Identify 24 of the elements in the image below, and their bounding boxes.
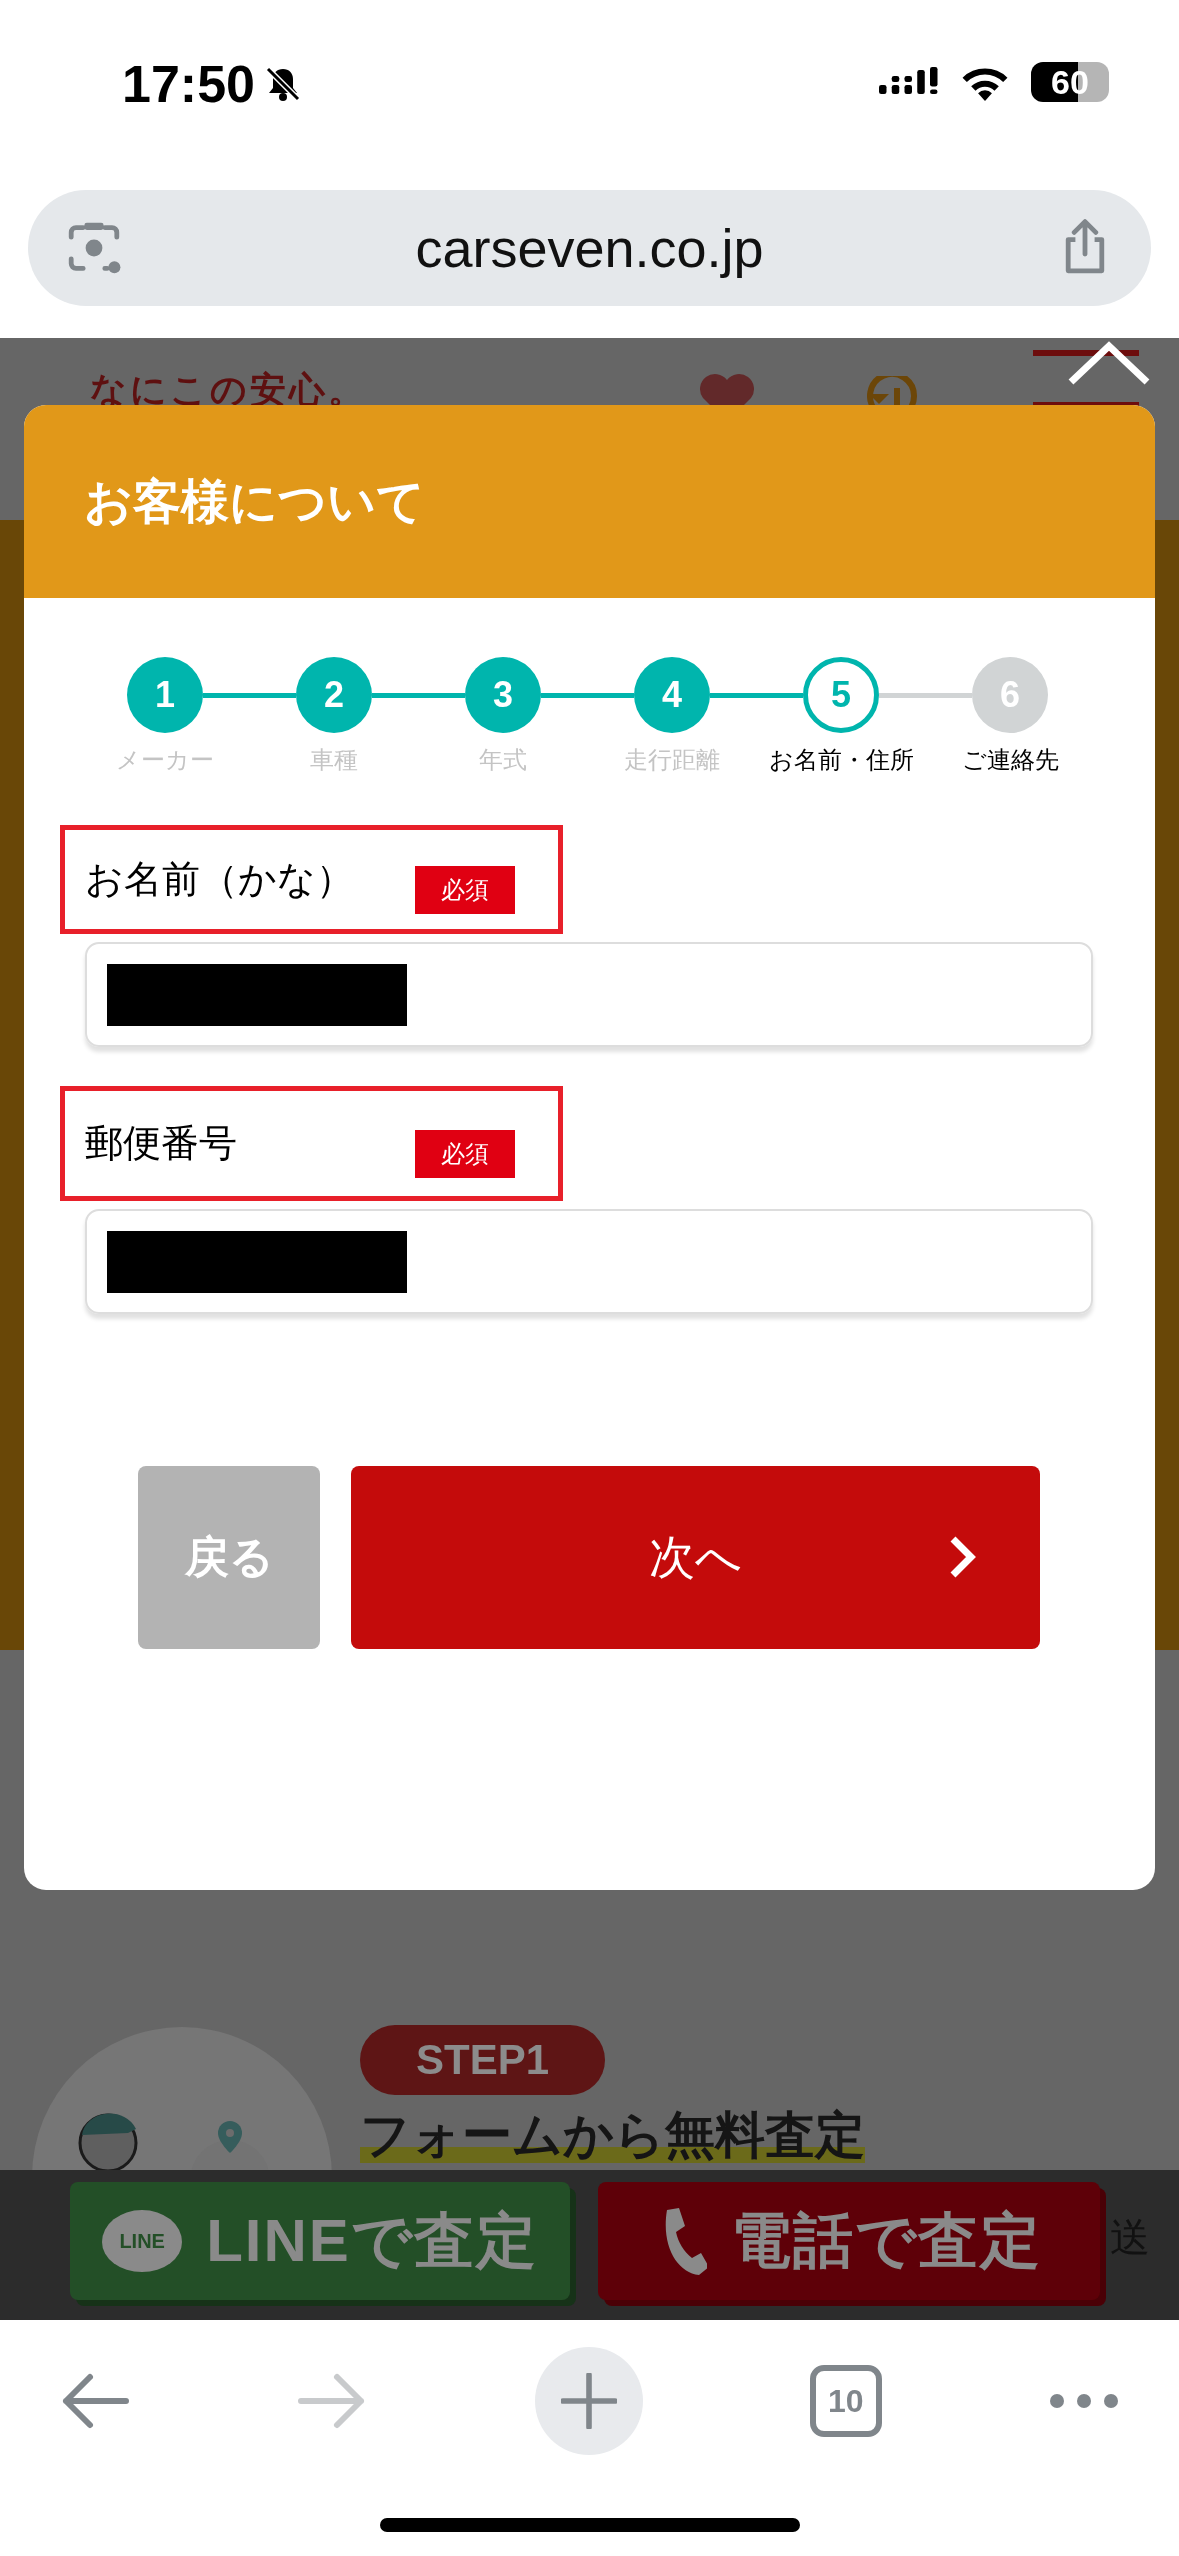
address-bar[interactable]: carseven.co.jp — [28, 190, 1151, 306]
step-label: お名前・住所 — [768, 745, 914, 775]
step-label: 年式 — [479, 745, 527, 775]
step-label: ご連絡先 — [961, 745, 1059, 775]
step-circle: 2 — [296, 657, 372, 733]
next-button[interactable]: 次へ — [351, 1466, 1040, 1649]
required-badge: 必須 — [415, 865, 515, 914]
step-badge: STEP1 — [360, 2025, 606, 2095]
step-label: 車種 — [310, 745, 358, 775]
step-label: メーカー — [116, 745, 214, 775]
line-logo: LINE — [102, 2210, 183, 2272]
step-circle: 1 — [127, 657, 203, 733]
required-badge: 必須 — [415, 1129, 515, 1178]
modal-title: お客様について — [84, 473, 425, 530]
step-circle: 5 — [803, 657, 879, 733]
step-circle: 4 — [634, 657, 710, 733]
clock-time: 17:50 — [122, 54, 255, 115]
url-text: carseven.co.jp — [415, 217, 764, 279]
field-label: お名前（かな） — [85, 857, 355, 902]
field-label: 郵便番号 — [85, 1121, 238, 1166]
step-label: 走行距離 — [624, 745, 720, 775]
tab-count-button[interactable]: 10 — [809, 2365, 882, 2437]
step-circle: 3 — [465, 657, 541, 733]
back-button[interactable]: 戻る — [138, 1466, 320, 1649]
